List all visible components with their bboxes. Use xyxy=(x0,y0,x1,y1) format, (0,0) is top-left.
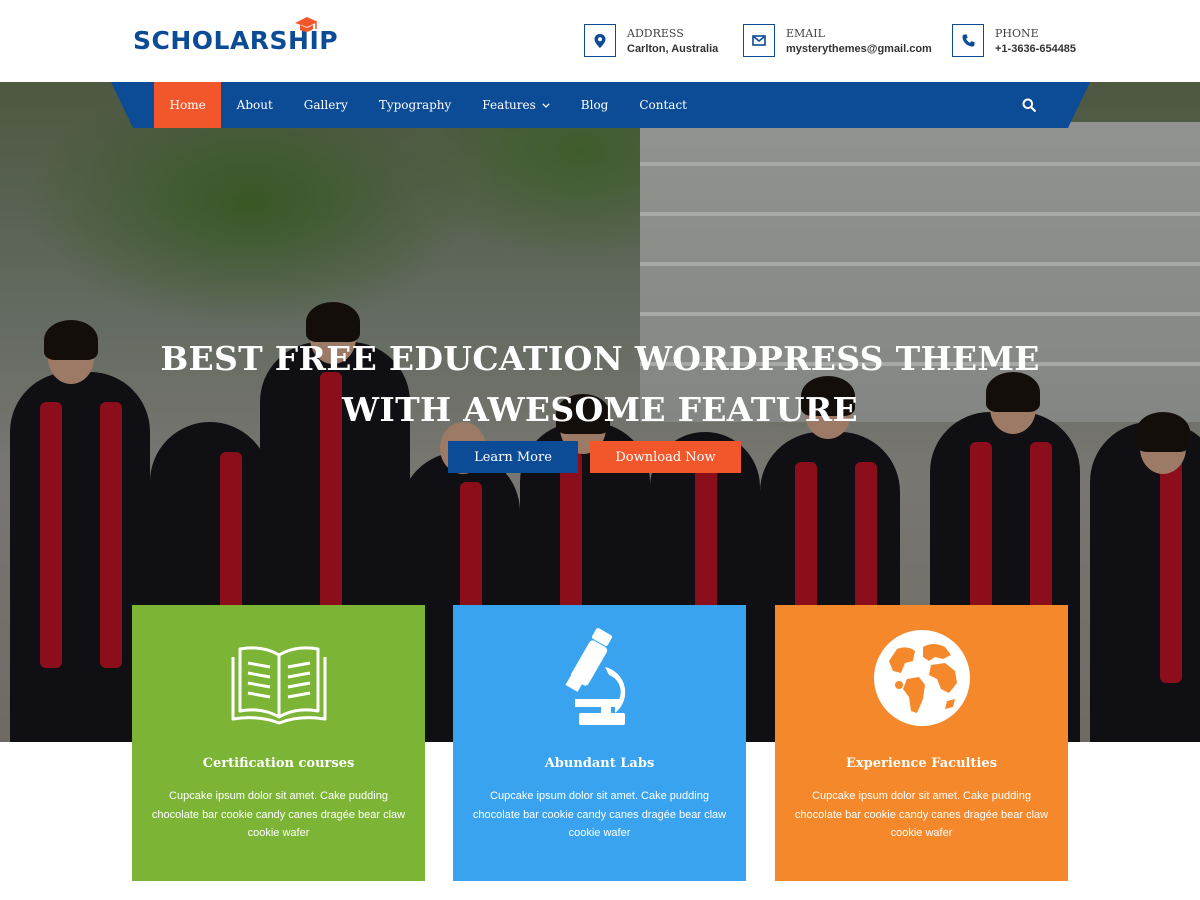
hero-title: BEST FREE EDUCATION WORDPRESS THEME WITH… xyxy=(160,339,1040,429)
nav-item-features[interactable]: Features xyxy=(467,82,565,128)
contact-value: Carlton, Australia xyxy=(627,43,719,55)
chevron-down-icon xyxy=(542,102,550,108)
feature-card-title: Certification courses xyxy=(202,756,355,771)
contact-label: PHONE xyxy=(995,27,1039,40)
learn-more-button[interactable]: Learn More xyxy=(448,441,578,473)
open-book-icon xyxy=(231,646,327,725)
feature-card-title: Experience Faculties xyxy=(845,756,998,771)
search-icon[interactable] xyxy=(1022,97,1038,113)
contact-address: ADDRESS Carlton, Australia xyxy=(584,24,718,57)
nav-item-home[interactable]: Home xyxy=(154,82,222,128)
nav-item-label: Features xyxy=(482,98,536,112)
site-header: SCHOLARSHIP ADDRESS Carlton, Australia E… xyxy=(0,0,1200,82)
nav-item-contact[interactable]: Contact xyxy=(624,82,703,128)
microscope-icon xyxy=(565,628,626,725)
feature-card-certification: Certification courses Cupcake ipsum dolo… xyxy=(132,605,425,881)
download-now-button[interactable]: Download Now xyxy=(590,441,741,473)
nav-item-gallery[interactable]: Gallery xyxy=(288,82,363,128)
contact-phone: PHONE +1-3636-654485 xyxy=(952,24,1076,57)
contact-label: EMAIL xyxy=(786,27,825,40)
feature-card-labs: Abundant Labs Cupcake ipsum dolor sit am… xyxy=(453,605,746,881)
feature-card-text: Cupcake ipsum dolor sit amet. Cake puddi… xyxy=(472,790,727,839)
contact-value[interactable]: +1-3636-654485 xyxy=(995,41,1076,57)
contact-label: ADDRESS xyxy=(627,27,684,40)
map-marker-icon xyxy=(584,24,616,57)
nav-item-typography[interactable]: Typography xyxy=(363,82,466,128)
feature-card-text: Cupcake ipsum dolor sit amet. Cake puddi… xyxy=(794,790,1049,839)
contact-value[interactable]: mysterythemes@gmail.com xyxy=(786,41,932,57)
feature-card-title: Abundant Labs xyxy=(544,756,655,771)
graduation-cap-icon xyxy=(295,17,318,32)
envelope-icon xyxy=(743,24,775,57)
contact-email: EMAIL mysterythemes@gmail.com xyxy=(743,24,932,57)
phone-icon xyxy=(952,24,984,57)
site-logo[interactable]: SCHOLARSHIP xyxy=(133,17,338,60)
feature-card-faculties: Experience Faculties Cupcake ipsum dolor… xyxy=(775,605,1068,881)
main-navigation: Home About Gallery Typography Features B… xyxy=(111,82,1090,128)
nav-item-about[interactable]: About xyxy=(221,82,288,128)
globe-icon xyxy=(874,630,970,726)
nav-item-blog[interactable]: Blog xyxy=(565,82,624,128)
feature-card-text: Cupcake ipsum dolor sit amet. Cake puddi… xyxy=(151,790,406,839)
